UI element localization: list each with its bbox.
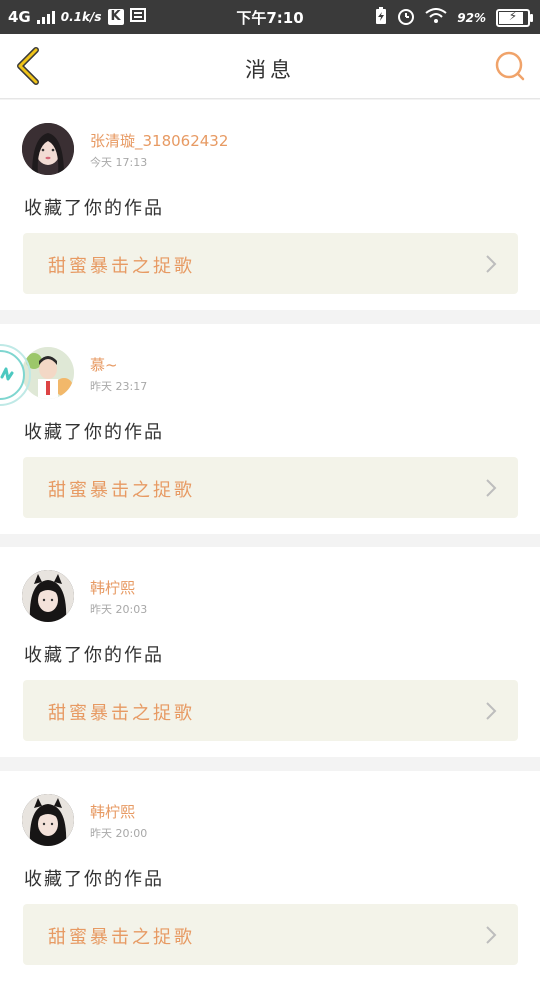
- battery-percent: 92%: [457, 11, 486, 25]
- timestamp: 今天 17:13: [90, 156, 148, 169]
- chevron-right-icon: [486, 479, 497, 497]
- work-link[interactable]: 甜蜜暴击之捉歌: [23, 680, 518, 741]
- page-title: 消息: [245, 58, 295, 82]
- timestamp: 昨天 20:00: [90, 827, 148, 840]
- status-bar: 4G 0.1k/s K 下午7:10 92% ⚡: [0, 0, 540, 34]
- username[interactable]: 韩柠熙: [90, 801, 135, 822]
- status-right: 92% ⚡: [375, 7, 533, 29]
- username[interactable]: 张清璇_318062432: [90, 130, 228, 151]
- work-link[interactable]: 甜蜜暴击之捉歌: [23, 233, 518, 294]
- work-title: 甜蜜暴击之捉歌: [48, 703, 195, 724]
- battery-icon: ⚡: [496, 9, 533, 27]
- wifi-icon: [425, 8, 447, 28]
- search-icon: [495, 51, 525, 81]
- floating-music-icon: [0, 344, 31, 406]
- work-link[interactable]: 甜蜜暴击之捉歌: [23, 457, 518, 518]
- timestamp: 昨天 20:03: [90, 603, 148, 616]
- timestamp: 昨天 23:17: [90, 380, 148, 393]
- work-link[interactable]: 甜蜜暴击之捉歌: [23, 904, 518, 965]
- action-text: 收藏了你的作品: [24, 869, 164, 890]
- chevron-right-icon: [486, 702, 497, 720]
- header-bar: 消息: [0, 34, 540, 99]
- work-title: 甜蜜暴击之捉歌: [48, 256, 195, 277]
- avatar[interactable]: [22, 123, 74, 175]
- alarm-icon: [397, 7, 415, 29]
- message-card: 韩柠熙 昨天 20:03 收藏了你的作品 甜蜜暴击之捉歌: [0, 547, 540, 757]
- action-text: 收藏了你的作品: [24, 645, 164, 666]
- search-button[interactable]: [494, 50, 526, 82]
- message-card: 慕~ 昨天 23:17 收藏了你的作品 甜蜜暴击之捉歌: [0, 324, 540, 534]
- avatar[interactable]: [22, 570, 74, 622]
- work-title: 甜蜜暴击之捉歌: [48, 927, 195, 948]
- floating-ball-button[interactable]: [0, 343, 32, 407]
- battery-saver-icon: [375, 7, 387, 29]
- chevron-right-icon: [486, 926, 497, 944]
- action-text: 收藏了你的作品: [24, 422, 164, 443]
- message-card: 张清璇_318062432 今天 17:13 收藏了你的作品 甜蜜暴击之捉歌: [0, 100, 540, 310]
- avatar[interactable]: [22, 794, 74, 846]
- message-card: 韩柠熙 昨天 20:00 收藏了你的作品 甜蜜暴击之捉歌: [0, 771, 540, 981]
- chevron-right-icon: [486, 255, 497, 273]
- work-title: 甜蜜暴击之捉歌: [48, 480, 195, 501]
- username[interactable]: 慕~: [90, 354, 118, 375]
- username[interactable]: 韩柠熙: [90, 577, 135, 598]
- action-text: 收藏了你的作品: [24, 198, 164, 219]
